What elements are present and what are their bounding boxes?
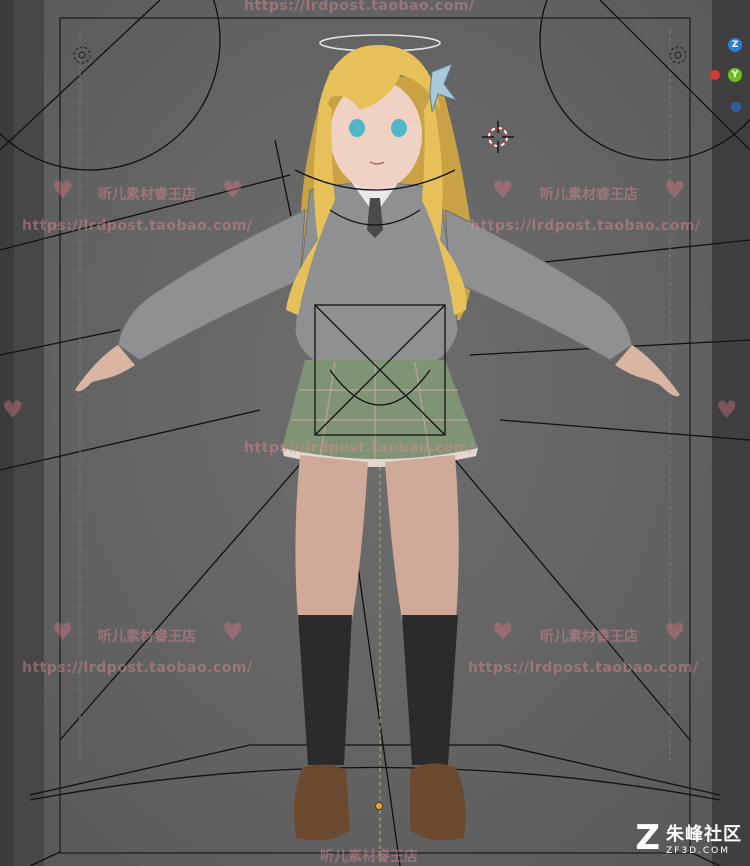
camera-corner-icon-right [669, 46, 687, 64]
brand-text: 朱峰社区 ZF3D.COM [666, 820, 742, 856]
character-model[interactable] [75, 34, 680, 841]
x-axis-icon[interactable] [710, 70, 720, 80]
right-leg [385, 455, 459, 620]
y-axis-icon[interactable]: Y [728, 68, 742, 82]
left-panel-strip-2 [14, 0, 44, 866]
left-eye [349, 119, 365, 137]
plaid-skirt [282, 360, 478, 459]
brand-mark-icon: Z [635, 818, 660, 858]
camera-corner-icon-left [73, 46, 91, 64]
left-hand [75, 345, 135, 392]
left-arm [117, 209, 306, 361]
navigation-gizmo[interactable]: Z Y [710, 0, 750, 130]
left-sock [298, 615, 352, 765]
origin-point[interactable] [375, 802, 383, 810]
left-panel-strip [0, 0, 14, 866]
viewport-scene[interactable] [0, 0, 750, 866]
3d-viewport[interactable]: https://lrdpost.taobao.com/ https://lrdp… [0, 0, 750, 866]
brand-logo: Z 朱峰社区 ZF3D.COM [635, 820, 742, 856]
left-leg [295, 455, 368, 620]
3d-cursor-icon[interactable] [482, 121, 514, 153]
brand-name: 朱峰社区 [666, 824, 742, 845]
negative-y-axis-icon[interactable] [731, 102, 741, 112]
right-arm [444, 209, 633, 361]
right-shoe [410, 763, 466, 841]
brand-domain: ZF3D.COM [666, 846, 730, 856]
right-sock [402, 615, 458, 765]
z-axis-icon[interactable]: Z [728, 38, 742, 52]
right-eye [391, 119, 407, 137]
left-shoe [294, 764, 350, 841]
